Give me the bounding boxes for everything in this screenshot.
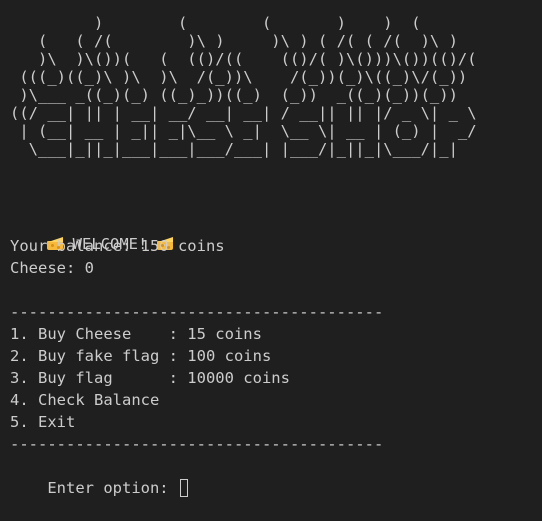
menu-item-check-balance: 4. Check Balance: [10, 391, 160, 409]
menu-item-exit: 5. Exit: [10, 413, 76, 431]
balance-line: Your balance: 150 coins: [10, 237, 225, 255]
menu-item-buy-flag: 3. Buy flag : 10000 coins: [10, 369, 290, 387]
text-cursor[interactable]: [179, 479, 188, 497]
menu-item-buy-cheese: 1. Buy Cheese : 15 coins: [10, 325, 262, 343]
prompt-label: Enter option:: [47, 479, 178, 497]
separator-bottom: ----------------------------------------: [10, 435, 384, 453]
menu-item-buy-fake-flag: 2. Buy fake flag : 100 coins: [10, 347, 272, 365]
welcome-line: WELCOME!: [10, 211, 173, 253]
cheese-count-line: Cheese: 0: [10, 259, 94, 277]
ascii-banner: ) ( ( ) ) ( ( ( /( )\ ) )\ ) ( /( ( /( )…: [10, 14, 477, 158]
separator-top: ----------------------------------------: [10, 303, 384, 321]
terminal-window: ) ( ( ) ) ( ( ( /( )\ ) )\ ) ( /( ( /( )…: [0, 0, 542, 497]
prompt-line[interactable]: Enter option:: [10, 455, 188, 497]
